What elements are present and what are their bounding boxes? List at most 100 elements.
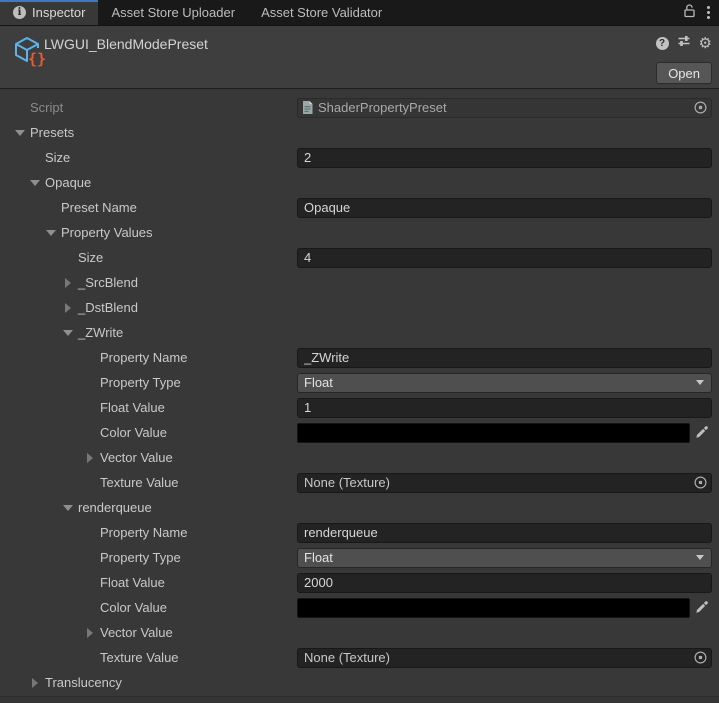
foldout-closed-arrow-icon[interactable] xyxy=(83,628,96,638)
property-name-input[interactable] xyxy=(297,348,712,368)
foldout-open-arrow-icon[interactable] xyxy=(28,180,41,186)
row-dstblend: _DstBlend xyxy=(0,295,719,320)
foldout-label[interactable]: Vector Value xyxy=(100,625,173,640)
foldout-label[interactable]: _DstBlend xyxy=(78,300,138,315)
foldout-label[interactable]: _ZWrite xyxy=(78,325,123,340)
row-float-value: Float Value xyxy=(0,570,719,595)
script-file-icon xyxy=(301,100,314,115)
tab-label: Asset Store Uploader xyxy=(111,5,235,20)
property-label: Texture Value xyxy=(100,650,179,665)
row-texture-value: Texture Value None (Texture) xyxy=(0,470,719,495)
row-property-name: Property Name xyxy=(0,345,719,370)
texture-value-object-field[interactable]: None (Texture) xyxy=(297,473,712,493)
tab-label: Inspector xyxy=(32,5,85,20)
property-label: Size xyxy=(45,150,70,165)
foldout-label[interactable]: Vector Value xyxy=(100,450,173,465)
foldout-label[interactable]: Presets xyxy=(30,125,74,140)
float-value-input[interactable] xyxy=(297,398,712,418)
row-size: Size xyxy=(0,245,719,270)
property-label: Preset Name xyxy=(61,200,137,215)
script-object-field[interactable]: ShaderPropertyPreset xyxy=(297,98,712,118)
info-icon: i xyxy=(13,6,26,19)
row-float-value: Float Value xyxy=(0,395,719,420)
row-color-value: Color Value xyxy=(0,420,719,445)
tab-inspector[interactable]: i Inspector xyxy=(0,0,98,25)
help-icon[interactable]: ? xyxy=(656,37,669,50)
object-picker-icon[interactable] xyxy=(693,650,708,665)
open-button[interactable]: Open xyxy=(656,62,712,84)
object-field-value: None (Texture) xyxy=(304,650,689,665)
foldout-label[interactable]: Opaque xyxy=(45,175,91,190)
foldout-label[interactable]: Translucency xyxy=(45,675,122,690)
row-translucency: Translucency xyxy=(0,670,719,695)
float-value-input[interactable] xyxy=(297,573,712,593)
property-type-dropdown[interactable]: Float xyxy=(297,373,712,393)
foldout-closed-arrow-icon[interactable] xyxy=(61,303,74,313)
property-label: Script xyxy=(30,100,63,115)
row-presets: Presets xyxy=(0,120,719,145)
object-field-value: ShaderPropertyPreset xyxy=(318,100,689,115)
row-size: Size xyxy=(0,145,719,170)
property-type-dropdown[interactable]: Float xyxy=(297,548,712,568)
property-label: Float Value xyxy=(100,575,165,590)
property-name-input[interactable] xyxy=(297,523,712,543)
property-label: Property Type xyxy=(100,375,181,390)
foldout-label[interactable]: renderqueue xyxy=(78,500,152,515)
property-label: Color Value xyxy=(100,600,167,615)
eyedropper-icon[interactable] xyxy=(690,425,712,440)
property-label: Texture Value xyxy=(100,475,179,490)
row-property-type: Property Type Float xyxy=(0,370,719,395)
eyedropper-icon[interactable] xyxy=(690,600,712,615)
property-label: Color Value xyxy=(100,425,167,440)
dropdown-selected-value: Float xyxy=(304,375,333,390)
foldout-open-arrow-icon[interactable] xyxy=(13,130,26,136)
preset-name-input[interactable] xyxy=(297,198,712,218)
presets-icon[interactable] xyxy=(677,34,691,53)
dropdown-selected-value: Float xyxy=(304,550,333,565)
size-input[interactable] xyxy=(297,148,712,168)
tabbar-spacer xyxy=(395,0,682,25)
property-label: Property Type xyxy=(100,550,181,565)
inspector-body: Script ShaderPropertyPreset Presets Size Opa… xyxy=(0,90,719,703)
unlock-icon[interactable] xyxy=(682,3,696,23)
property-label: Size xyxy=(78,250,103,265)
object-field-value: None (Texture) xyxy=(304,475,689,490)
foldout-open-arrow-icon[interactable] xyxy=(61,505,74,511)
row-srcblend: _SrcBlend xyxy=(0,270,719,295)
property-label: Property Name xyxy=(100,350,187,365)
color-swatch[interactable] xyxy=(297,598,690,618)
row-property-name: Property Name xyxy=(0,520,719,545)
row-renderqueue: renderqueue xyxy=(0,495,719,520)
foldout-open-arrow-icon[interactable] xyxy=(44,230,57,236)
chevron-down-icon xyxy=(696,380,704,385)
foldout-closed-arrow-icon[interactable] xyxy=(83,453,96,463)
object-picker-icon[interactable] xyxy=(693,475,708,490)
row-vector-value: Vector Value xyxy=(0,620,719,645)
property-label: Property Name xyxy=(100,525,187,540)
scriptable-object-cube-icon: {} xyxy=(9,33,47,76)
row-color-value: Color Value xyxy=(0,595,719,620)
tab-asset-store-validator[interactable]: Asset Store Validator xyxy=(248,0,395,25)
object-picker-icon[interactable] xyxy=(693,100,708,115)
row-texture-value: Texture Value None (Texture) xyxy=(0,645,719,670)
tab-asset-store-uploader[interactable]: Asset Store Uploader xyxy=(98,0,248,25)
row-script: Script ShaderPropertyPreset xyxy=(0,95,719,120)
inspector-header: {} LWGUI_BlendModePreset ? ⚙ Open xyxy=(0,25,719,89)
property-label: Float Value xyxy=(100,400,165,415)
foldout-open-arrow-icon[interactable] xyxy=(61,330,74,336)
color-swatch[interactable] xyxy=(297,423,690,443)
foldout-closed-arrow-icon[interactable] xyxy=(28,678,41,688)
texture-value-object-field[interactable]: None (Texture) xyxy=(297,648,712,668)
tab-bar: i Inspector Asset Store Uploader Asset Stor… xyxy=(0,0,719,25)
foldout-label[interactable]: Property Values xyxy=(61,225,153,240)
size-input[interactable] xyxy=(297,248,712,268)
row-zwrite: _ZWrite xyxy=(0,320,719,345)
chevron-down-icon xyxy=(696,555,704,560)
footer-strip xyxy=(0,696,719,703)
row-property-values: Property Values xyxy=(0,220,719,245)
foldout-closed-arrow-icon[interactable] xyxy=(61,278,74,288)
kebab-menu-icon[interactable] xyxy=(707,6,710,19)
foldout-label[interactable]: _SrcBlend xyxy=(78,275,138,290)
row-property-type: Property Type Float xyxy=(0,545,719,570)
gear-icon[interactable]: ⚙ xyxy=(699,37,712,50)
